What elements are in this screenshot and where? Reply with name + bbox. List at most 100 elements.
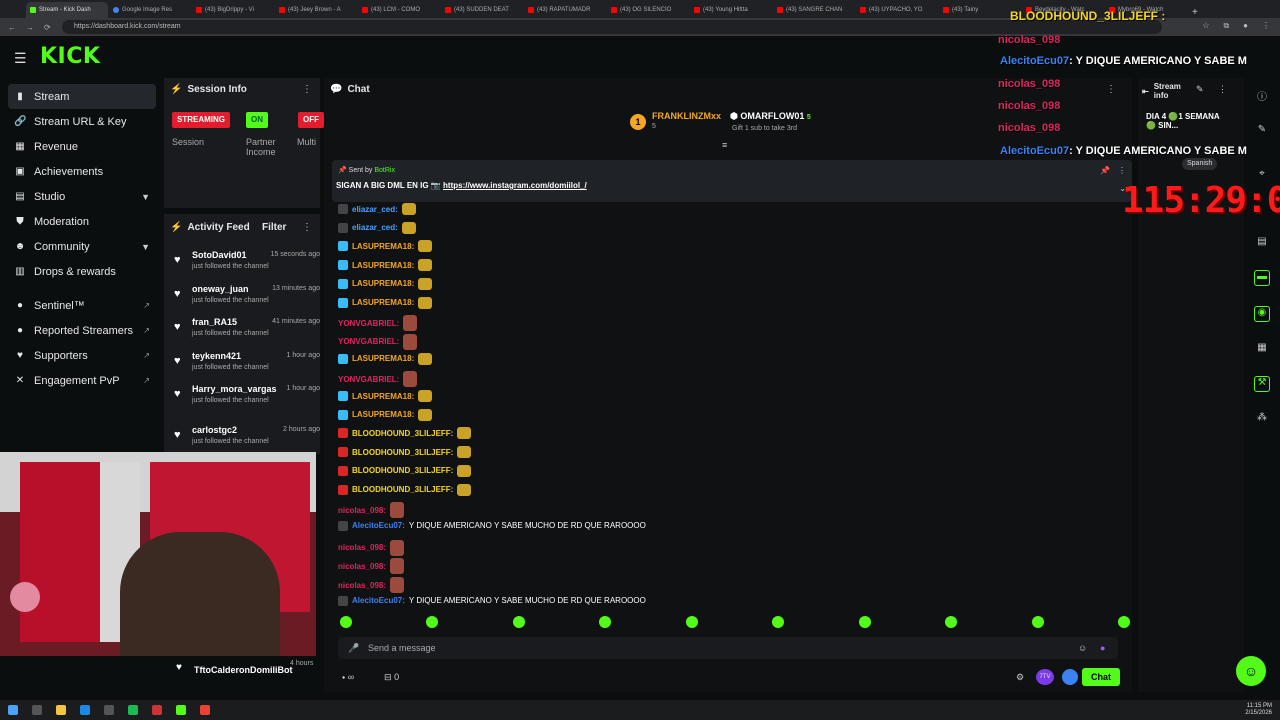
new-tab-button[interactable]: + xyxy=(1192,7,1198,18)
chat-username[interactable]: BLOODHOUND_3LILJEFF: xyxy=(352,466,453,475)
chat-message[interactable]: nicolas_098: xyxy=(338,539,405,556)
chat-bubble-icon[interactable]: ▬ xyxy=(1254,270,1270,286)
hamburger-menu-icon[interactable]: ☰ xyxy=(14,50,27,67)
chat-message[interactable]: LASUPREMA18: xyxy=(338,259,433,272)
menu-icon[interactable]: ⋮ xyxy=(1262,21,1270,31)
extensions-icon[interactable]: ⧉ xyxy=(1223,21,1229,31)
chat-username[interactable]: LASUPREMA18: xyxy=(352,410,414,419)
mic-icon[interactable]: 🎤 xyxy=(348,643,359,654)
pinned-link[interactable]: https://www.instagram.com/domiilol_/ xyxy=(443,181,587,190)
filter-button[interactable]: Filter xyxy=(262,222,286,233)
chat-username[interactable]: LASUPREMA18: xyxy=(352,392,414,401)
chat-message[interactable]: LASUPREMA18: xyxy=(338,408,433,421)
chat-message[interactable]: BLOODHOUND_3LILJEFF: xyxy=(338,483,472,496)
sidebar-item-community[interactable]: ☻ Community ▼ xyxy=(8,234,156,259)
chat-message[interactable]: LASUPREMA18: xyxy=(338,352,433,365)
chat-message[interactable]: nicolas_098: xyxy=(338,577,405,593)
chat-username[interactable]: AlecitoEcu07: xyxy=(352,596,405,605)
edit-icon[interactable]: ✎ xyxy=(1196,84,1204,95)
chat-username[interactable]: LASUPREMA18: xyxy=(352,242,414,251)
sidebar-item-stream-url[interactable]: 🔗 Stream URL & Key xyxy=(8,109,156,134)
sidebar-item-studio[interactable]: ▤ Studio ▼ xyxy=(8,184,156,209)
emote-icon[interactable] xyxy=(685,616,698,628)
chat-message[interactable]: nicolas_098: xyxy=(338,502,405,519)
browser-tab[interactable]: (43) BigDrippy - Vi xyxy=(192,2,274,18)
emote-icon[interactable] xyxy=(1117,616,1130,628)
taskbar-app-icon[interactable] xyxy=(32,705,42,715)
multi-off-badge[interactable]: OFF xyxy=(298,112,324,128)
kick-taskbar-icon[interactable] xyxy=(176,705,186,715)
reload-icon[interactable]: ⟳ xyxy=(44,23,51,32)
chat-username[interactable]: BLOODHOUND_3LILJEFF: xyxy=(352,429,453,438)
chat-message[interactable]: eliazar_ced: xyxy=(338,221,416,234)
browser-tab[interactable]: (43) Jeey Brown - A xyxy=(275,2,357,18)
back-icon[interactable]: ← xyxy=(8,23,16,32)
chat-username[interactable]: YONVGABRIEL: xyxy=(338,337,399,346)
chat-username[interactable]: eliazar_ced: xyxy=(352,205,398,214)
chat-username[interactable]: nicolas_098: xyxy=(338,543,386,552)
emote-icon[interactable] xyxy=(858,616,871,628)
emoji-icon[interactable]: ☺ xyxy=(1078,643,1087,653)
chat-username[interactable]: YONVGABRIEL: xyxy=(338,319,399,328)
support-chat-icon[interactable]: ☺ xyxy=(1236,656,1266,686)
taskbar-app-icon[interactable] xyxy=(152,705,162,715)
browser-tab[interactable]: (43) LCM - COMO xyxy=(358,2,440,18)
chat-username[interactable]: eliazar_ced: xyxy=(352,223,398,232)
sidebar-item-engagement[interactable]: ✕ Engagement PvP ↗ xyxy=(8,368,156,393)
more-options-icon[interactable]: ⋮ xyxy=(1118,166,1126,175)
more-options-icon[interactable]: ⋮ xyxy=(1106,84,1116,95)
chat-message[interactable]: LASUPREMA18: xyxy=(338,390,433,402)
emote-icon[interactable] xyxy=(340,616,352,628)
sidebar-item-reported[interactable]: ● Reported Streamers ↗ xyxy=(8,318,156,343)
chat-message[interactable]: YONVGABRIEL: xyxy=(338,371,418,388)
sidebar-item-sentinel[interactable]: ● Sentinel™ ↗ xyxy=(8,293,156,318)
spotify-icon[interactable] xyxy=(128,705,138,715)
chat-message[interactable]: eliazar_ced: xyxy=(338,203,416,215)
taskbar-app-icon[interactable] xyxy=(104,705,114,715)
chat-message[interactable]: LASUPREMA18: xyxy=(338,296,433,309)
chat-username[interactable]: BLOODHOUND_3LILJEFF: xyxy=(352,485,453,494)
sidebar-item-supporters[interactable]: ♥ Supporters ↗ xyxy=(8,343,156,368)
browser-tab[interactable]: (43) UYPACHO, YO xyxy=(856,2,938,18)
forward-icon[interactable]: → xyxy=(26,23,34,32)
kick-logo[interactable]: KICK xyxy=(40,44,100,69)
chat-message[interactable]: BLOODHOUND_3LILJEFF: xyxy=(338,464,472,477)
chat-message[interactable]: AlecitoEcu07: Y DIQUE AMERICANO Y SABE MU… xyxy=(338,595,646,606)
chat-username[interactable]: BLOODHOUND_3LILJEFF: xyxy=(352,448,453,457)
chat-message[interactable]: BLOODHOUND_3LILJEFF: xyxy=(338,446,472,459)
chat-username[interactable]: YONVGABRIEL: xyxy=(338,375,399,384)
pencil-icon[interactable]: ✎ xyxy=(1254,124,1270,140)
chat-message[interactable]: LASUPREMA18: xyxy=(338,240,433,253)
chat-message[interactable]: LASUPREMA18: xyxy=(338,277,433,290)
star-icon[interactable]: ☆ xyxy=(1202,21,1209,31)
chat-input[interactable]: Send a message xyxy=(338,637,1118,659)
browser-tab[interactable]: (43) RAPATUMADR xyxy=(524,2,606,18)
chat-username[interactable]: LASUPREMA18: xyxy=(352,261,414,270)
more-options-icon[interactable]: ⋮ xyxy=(302,84,312,95)
chat-message[interactable]: YONVGABRIEL: xyxy=(338,333,418,350)
info-icon[interactable]: ⓘ xyxy=(1254,88,1270,104)
browser-tab[interactable]: (43) SANGRE CHAN xyxy=(773,2,855,18)
top-gifter-1[interactable]: FRANKLINZMxx xyxy=(652,111,721,121)
browser-tab[interactable]: (43) Young Hittta xyxy=(690,2,772,18)
emote-icon[interactable] xyxy=(512,616,525,628)
sidebar-item-stream[interactable]: ▮ Stream xyxy=(8,84,156,109)
chat-username[interactable]: nicolas_098: xyxy=(338,506,386,515)
emote-icon[interactable] xyxy=(599,616,612,628)
seventv-badge-icon[interactable]: 7TV xyxy=(1036,669,1054,685)
browser-tab[interactable]: (43) Tainy xyxy=(939,2,1021,18)
top-gifter-2[interactable]: ⬢ OMARFLOW01 5 xyxy=(730,111,811,122)
chat-username[interactable]: AlecitoEcu07: xyxy=(352,521,405,530)
browser-tab[interactable]: Stream - Kick Dash xyxy=(26,2,108,18)
chat-message[interactable]: BLOODHOUND_3LILJEFF: xyxy=(338,427,472,440)
layout-icon[interactable]: ▦ xyxy=(1254,342,1270,358)
chrome-icon[interactable] xyxy=(200,705,210,715)
chat-username[interactable]: LASUPREMA18: xyxy=(352,298,414,307)
browser-tab[interactable]: (43) OG SILENCIO xyxy=(607,2,689,18)
windows-start-icon[interactable] xyxy=(8,705,18,715)
folder-icon[interactable] xyxy=(56,705,66,715)
sidebar-item-moderation[interactable]: ⛊ Moderation xyxy=(8,209,156,234)
chat-message[interactable]: nicolas_098: xyxy=(338,558,405,575)
sidebar-item-revenue[interactable]: ▦ Revenue xyxy=(8,134,156,159)
emote-icon[interactable] xyxy=(772,616,785,628)
